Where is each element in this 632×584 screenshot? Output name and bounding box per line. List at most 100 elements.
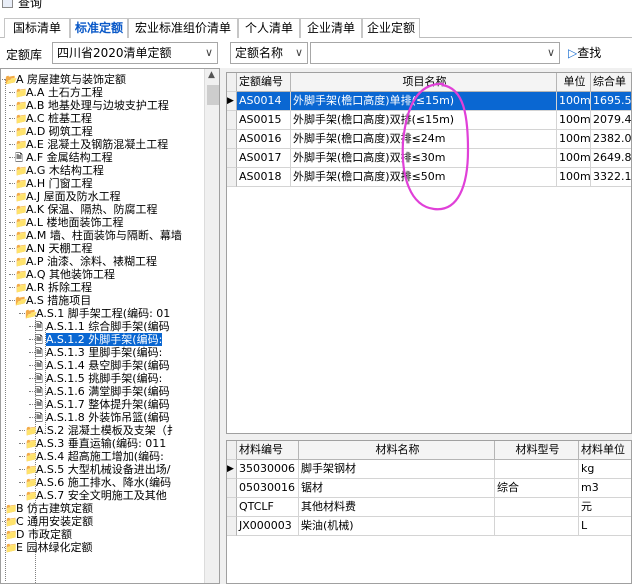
tab-enterprise-list[interactable]: 企业清单 — [300, 18, 362, 38]
tree-node[interactable]: 📁A.K 保温、隔热、防腐工程 — [9, 203, 158, 216]
scrollbar-thumb[interactable] — [207, 85, 219, 105]
column-header[interactable]: 材料型号 — [495, 441, 579, 460]
cell-code[interactable]: QTCLF — [237, 498, 299, 517]
tree-node[interactable]: 🗎 A.S.1.5 挑脚手架(编码: — [29, 372, 162, 385]
cell-code[interactable]: 35030006 — [237, 460, 299, 479]
cell-model[interactable]: 综合 — [495, 479, 579, 498]
scroll-up-icon[interactable]: ▲ — [208, 70, 215, 80]
row-indicator[interactable] — [227, 517, 237, 536]
tree-node[interactable]: 📁A.B 地基处理与边坡支护工程 — [9, 99, 169, 112]
row-indicator[interactable]: ▶ — [227, 460, 237, 479]
cell-model[interactable] — [495, 460, 579, 479]
cell-name[interactable]: 锯材 — [299, 479, 495, 498]
cell-code[interactable]: JX000003 — [237, 517, 299, 536]
tree-connector — [29, 339, 35, 340]
tree-node[interactable]: 🗎 A.S.1.8 外装饰吊篮(编码 — [29, 411, 170, 424]
row-indicator[interactable]: ▶ — [227, 92, 237, 111]
row-indicator[interactable] — [227, 149, 237, 168]
tree-node[interactable]: 🗎 A.S.1.4 悬空脚手架(编码 — [29, 359, 170, 372]
tree-node[interactable]: 📁A.S.7 安全文明施工及其他 — [19, 489, 167, 502]
tree-node[interactable]: 📁A.S.5 大型机械设备进出场/ — [19, 463, 171, 476]
tree-node[interactable]: 📁D 市政定额 — [1, 528, 72, 541]
tree-node[interactable]: 📁A.S.4 超高施工增加(编码: — [19, 450, 164, 463]
tree-node[interactable]: 📁A.A 土石方工程 — [9, 86, 103, 99]
tree-node[interactable]: 📁A.L 楼地面装饰工程 — [9, 216, 123, 229]
tab-hongye-standard-list[interactable]: 宏业标准组价清单 — [128, 18, 238, 38]
search-input[interactable]: ∨ — [310, 42, 560, 64]
cell-code[interactable]: AS0017 — [237, 149, 291, 168]
tree-node[interactable]: 📁A.N 天棚工程 — [9, 242, 93, 255]
column-header[interactable]: 定额编号 — [237, 73, 291, 92]
tree-node[interactable]: 📁A.J 屋面及防水工程 — [9, 190, 121, 203]
tree-scrollbar[interactable]: ▲ — [204, 69, 219, 583]
tree-node[interactable]: 📂A.S.1 脚手架工程(编码: 01 — [19, 307, 170, 320]
tree-node[interactable]: 🗎 A.S.1.3 里脚手架(编码: — [29, 346, 162, 359]
cell-code[interactable]: AS0014 — [237, 92, 291, 111]
column-header[interactable]: 单位 — [557, 73, 591, 92]
row-indicator[interactable] — [227, 111, 237, 130]
tree-node[interactable]: 🗎 A.S.1.1 综合脚手架(编码 — [29, 320, 170, 333]
tree-node-label: A.K 保温、隔热、防腐工程 — [26, 203, 158, 216]
row-indicator[interactable] — [227, 498, 237, 517]
cell-unit[interactable]: 100m2 — [557, 111, 591, 130]
cell-unit[interactable]: kg — [579, 460, 631, 479]
cell-price[interactable]: 2382.0 — [591, 130, 631, 149]
tree-node[interactable]: 📁A.G 木结构工程 — [9, 164, 104, 177]
cell-price[interactable]: 2649.8 — [591, 149, 631, 168]
cell-unit[interactable]: 元 — [579, 498, 631, 517]
cell-code[interactable]: AS0018 — [237, 168, 291, 187]
cell-name[interactable]: 脚手架钢材 — [299, 460, 495, 479]
cell-price[interactable]: 2079.4 — [591, 111, 631, 130]
cell-code[interactable]: AS0015 — [237, 111, 291, 130]
library-select[interactable]: 四川省2020清单定额 ∨ — [52, 42, 218, 64]
tree-node[interactable]: 📁A.C 桩基工程 — [9, 112, 92, 125]
tree-node[interactable]: 📁A.D 砌筑工程 — [9, 125, 93, 138]
tree-node[interactable]: 📁A.E 混凝土及钢筋混凝土工程 — [9, 138, 168, 151]
row-indicator[interactable] — [227, 130, 237, 149]
column-header[interactable]: 材料单位 — [579, 441, 631, 460]
cell-price[interactable]: 1695.5 — [591, 92, 631, 111]
tree-node[interactable]: 📁A.H 门窗工程 — [9, 177, 93, 190]
cell-name[interactable]: 柴油(机械) — [299, 517, 495, 536]
tree-node[interactable]: 📁A.Q 其他装饰工程 — [9, 268, 115, 281]
cell-unit[interactable]: L — [579, 517, 631, 536]
row-indicator[interactable] — [227, 479, 237, 498]
tree-node[interactable]: 📂A.S 措施项目 — [9, 294, 91, 307]
cell-unit[interactable]: 100m2 — [557, 168, 591, 187]
cell-price[interactable]: 3322.1 — [591, 168, 631, 187]
cell-unit[interactable]: m3 — [579, 479, 631, 498]
tab-standard-quota[interactable]: 标准定额 — [70, 18, 128, 38]
tree-node[interactable]: 📂A 房屋建筑与装饰定额 — [1, 73, 126, 86]
column-header[interactable]: 材料编号 — [237, 441, 299, 460]
cell-unit[interactable]: 100m2 — [557, 92, 591, 111]
cell-name[interactable]: 其他材料费 — [299, 498, 495, 517]
tree-node[interactable]: 📁C 通用安装定额 — [1, 515, 93, 528]
tree-node[interactable]: 📁B 仿古建筑定额 — [1, 502, 93, 515]
cell-code[interactable]: AS0016 — [237, 130, 291, 149]
search-field-select[interactable]: 定额名称 ∨ — [230, 42, 308, 64]
tree-node[interactable]: 🗎 A.S.1.7 整体提升架(编码 — [29, 398, 170, 411]
tree-node[interactable]: 🗎 A.S.1.2 外脚手架(编码: — [29, 333, 163, 346]
cell-model[interactable] — [495, 498, 579, 517]
tree-node[interactable]: 📁E 园林绿化定额 — [1, 541, 92, 554]
tree-node[interactable]: 📁A.S.6 施工排水、降水(编码 — [19, 476, 171, 489]
tree-node[interactable]: 📁A.M 墙、柱面装饰与隔断、幕墙 — [9, 229, 182, 242]
tab-enterprise-quota[interactable]: 企业定额 — [362, 18, 420, 38]
tree-node[interactable]: 🗎 A.S.1.6 满堂脚手架(编码 — [29, 385, 170, 398]
column-header[interactable]: 综合单 — [591, 73, 631, 92]
tab-personal-list[interactable]: 个人清单 — [238, 18, 300, 38]
cell-unit[interactable]: 100m2 — [557, 149, 591, 168]
tree-node[interactable]: 📁A.P 油漆、涂料、裱糊工程 — [9, 255, 157, 268]
column-header[interactable]: 材料名称 — [299, 441, 495, 460]
cell-unit[interactable]: 100m2 — [557, 130, 591, 149]
tree-node-label: A.N 天棚工程 — [26, 242, 93, 255]
tree-node[interactable]: 📁A.S.3 垂直运输(编码: 011 — [19, 437, 166, 450]
tree-node[interactable]: 📁A.R 拆除工程 — [9, 281, 92, 294]
find-button[interactable]: ▷查找 — [568, 43, 601, 63]
cell-code[interactable]: 05030016 — [237, 479, 299, 498]
tree-node[interactable]: 🗎 A.F 金属结构工程 — [9, 151, 113, 164]
row-indicator[interactable] — [227, 168, 237, 187]
tree-node[interactable]: 📁A.S.2 混凝土模板及支架（扌 — [19, 424, 178, 437]
cell-model[interactable] — [495, 517, 579, 536]
tab-national-list[interactable]: 国标清单 — [4, 18, 70, 38]
